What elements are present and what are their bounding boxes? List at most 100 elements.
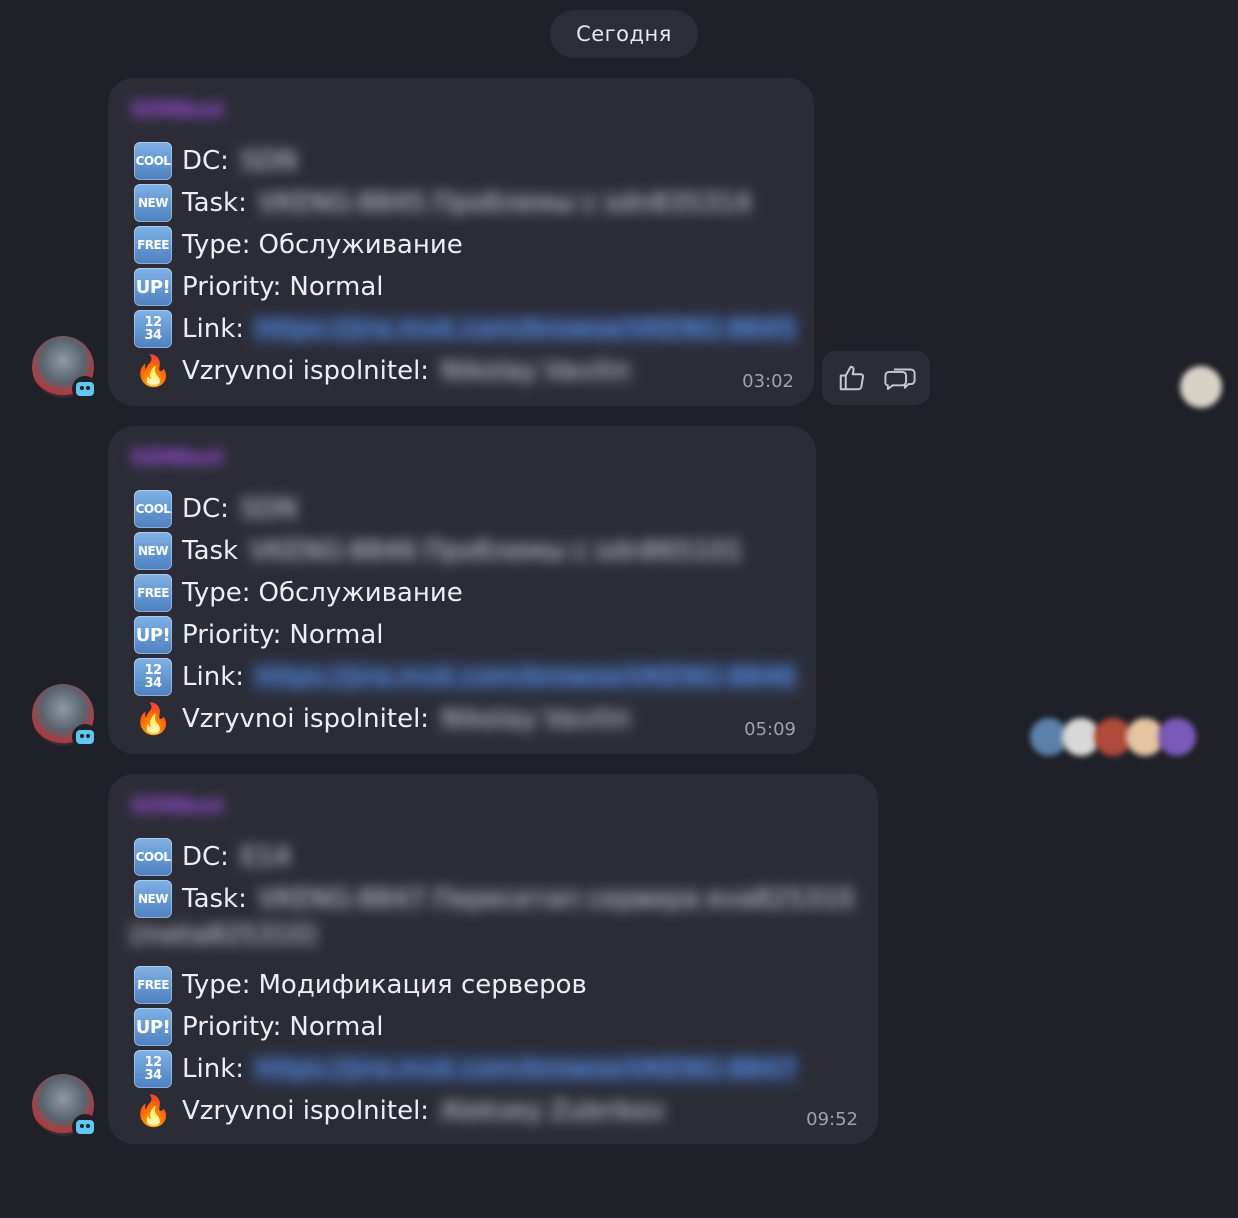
fire-emoji-icon: 🔥 <box>134 353 172 389</box>
bot-badge-icon <box>72 1114 98 1140</box>
dc-value: SDN <box>236 146 301 176</box>
exec-line: 🔥 Vzryvnoi ispolnitel: Nikolay Vavilin <box>134 350 634 392</box>
seen-by-avatars[interactable] <box>1180 366 1222 408</box>
priority-line: UP! Priority: Normal <box>134 614 383 656</box>
dc-value: E14 <box>236 842 295 872</box>
task-value: VKENG-8845 Проблемы с sdn835314 <box>254 188 755 218</box>
task-link[interactable]: https://jira.mvk.com/browse/VKENG-8846 <box>252 662 800 692</box>
exec-label: Vzryvnoi ispolnitel: <box>182 1096 430 1126</box>
task-value-continuation: (meta825310) <box>126 920 321 950</box>
numbers-emoji-bottom: 34 <box>144 1068 162 1083</box>
numbers-emoji-bottom: 34 <box>144 328 162 343</box>
message-bubble[interactable]: SDNbot COOL DC: SDN NEW Task VKENG-8846 Пробле… <box>108 426 816 754</box>
numbers-emoji-bottom: 34 <box>144 676 162 691</box>
fire-emoji-icon: 🔥 <box>134 701 172 737</box>
numbers-emoji-icon: 12 34 <box>134 310 172 348</box>
message-bubble[interactable]: SDNbot COOL DC: SDN NEW Task: VKENG-8845 Пробл… <box>108 78 814 406</box>
dc-line: COOL DC: SDN <box>134 488 301 530</box>
sender-name[interactable]: SDNbot <box>130 96 224 126</box>
new-emoji-icon: NEW <box>134 880 172 918</box>
priority-value: Normal <box>289 272 384 302</box>
dc-value: SDN <box>236 494 301 524</box>
bot-badge-icon <box>72 376 98 402</box>
free-emoji-icon: FREE <box>134 226 172 264</box>
reply-thread-icon[interactable] <box>882 360 918 396</box>
task-line: NEW Task: VKENG-8845 Проблемы с sdn835314 <box>134 182 755 224</box>
dc-label: DC: <box>182 842 229 872</box>
bot-badge-icon <box>72 724 98 750</box>
link-line: 12 34 Link: https://jira.mvk.com/browse/VKE… <box>134 1048 800 1090</box>
executor-name[interactable]: Nikolay Vavilin <box>437 356 634 386</box>
priority-line: UP! Priority: Normal <box>134 266 383 308</box>
up-emoji-icon: UP! <box>134 616 172 654</box>
bot-avatar[interactable] <box>32 336 98 402</box>
cool-emoji-icon: COOL <box>134 490 172 528</box>
free-emoji-icon: FREE <box>134 574 172 612</box>
numbers-emoji-icon: 12 34 <box>134 1050 172 1088</box>
thumbs-up-icon[interactable] <box>834 360 870 396</box>
executor-name[interactable]: Nikolay Vavilin <box>437 704 634 734</box>
priority-label: Priority: <box>182 1012 282 1042</box>
dc-line: COOL DC: SDN <box>134 140 301 182</box>
exec-label: Vzryvnoi ispolnitel: <box>182 356 430 386</box>
message-actions <box>822 351 930 405</box>
new-emoji-icon: NEW <box>134 184 172 222</box>
bot-avatar[interactable] <box>32 684 98 750</box>
dc-label: DC: <box>182 494 229 524</box>
dc-label: DC: <box>182 146 229 176</box>
type-value: Обслуживание <box>258 578 463 608</box>
exec-label: Vzryvnoi ispolnitel: <box>182 704 430 734</box>
date-separator: Сегодня <box>550 10 698 58</box>
sender-name[interactable]: SDNbot <box>130 444 224 474</box>
task-link[interactable]: https://jira.mvk.com/browse/VKENG-8847 <box>252 1054 800 1084</box>
exec-line: 🔥 Vzryvnoi ispolnitel: Nikolay Vavilin <box>134 698 634 740</box>
task-continuation-line: (meta825310) <box>126 914 321 956</box>
type-label: Type: <box>182 578 251 608</box>
up-emoji-icon: UP! <box>134 1008 172 1046</box>
type-value: Обслуживание <box>258 230 463 260</box>
type-line: FREE Type: Модификация серверов <box>134 964 587 1006</box>
priority-value: Normal <box>289 1012 384 1042</box>
task-label: Task: <box>182 188 247 218</box>
seen-avatar <box>1180 366 1222 408</box>
cool-emoji-icon: COOL <box>134 838 172 876</box>
link-label: Link: <box>182 1054 245 1084</box>
new-emoji-icon: NEW <box>134 532 172 570</box>
priority-label: Priority: <box>182 272 282 302</box>
task-value: VKENG-8846 Проблемы с sdn865101 <box>246 536 747 566</box>
type-line: FREE Type: Обслуживание <box>134 572 463 614</box>
dc-line: COOL DC: E14 <box>134 836 295 878</box>
seen-by-avatars[interactable] <box>1030 718 1196 756</box>
link-label: Link: <box>182 314 245 344</box>
chat-page: Сегодня SDNbot COOL DC: SDN NEW Task: VKENG-88… <box>0 0 1238 1218</box>
cool-emoji-icon: COOL <box>134 142 172 180</box>
type-value: Модификация серверов <box>258 970 587 1000</box>
seen-avatar <box>1158 718 1196 756</box>
exec-line: 🔥 Vzryvnoi ispolnitel: Aleksey Zubrikov <box>134 1090 669 1132</box>
task-value: VKENG-8847 Пересетап сервера eva825310 <box>254 884 858 914</box>
type-label: Type: <box>182 970 251 1000</box>
sender-name[interactable]: SDNbot <box>130 792 224 822</box>
type-line: FREE Type: Обслуживание <box>134 224 463 266</box>
free-emoji-icon: FREE <box>134 966 172 1004</box>
link-line: 12 34 Link: https://jira.mvk.com/browse/VKE… <box>134 308 800 350</box>
link-line: 12 34 Link: https://jira.mvk.com/browse/VKE… <box>134 656 800 698</box>
priority-line: UP! Priority: Normal <box>134 1006 383 1048</box>
numbers-emoji-icon: 12 34 <box>134 658 172 696</box>
bot-avatar[interactable] <box>32 1074 98 1140</box>
executor-name[interactable]: Aleksey Zubrikov <box>437 1096 669 1126</box>
fire-emoji-icon: 🔥 <box>134 1093 172 1129</box>
task-label: Task <box>182 536 239 566</box>
task-link[interactable]: https://jira.mvk.com/browse/VKENG-8845 <box>252 314 800 344</box>
task-label: Task: <box>182 884 247 914</box>
link-label: Link: <box>182 662 245 692</box>
message-time: 09:52 <box>806 1109 858 1130</box>
task-line: NEW Task VKENG-8846 Проблемы с sdn865101 <box>134 530 747 572</box>
priority-label: Priority: <box>182 620 282 650</box>
message-time: 03:02 <box>742 371 794 392</box>
message-time: 05:09 <box>744 719 796 740</box>
type-label: Type: <box>182 230 251 260</box>
up-emoji-icon: UP! <box>134 268 172 306</box>
priority-value: Normal <box>289 620 384 650</box>
message-bubble[interactable]: SDNbot COOL DC: E14 NEW Task: VKENG-8847 Перес… <box>108 774 878 1144</box>
